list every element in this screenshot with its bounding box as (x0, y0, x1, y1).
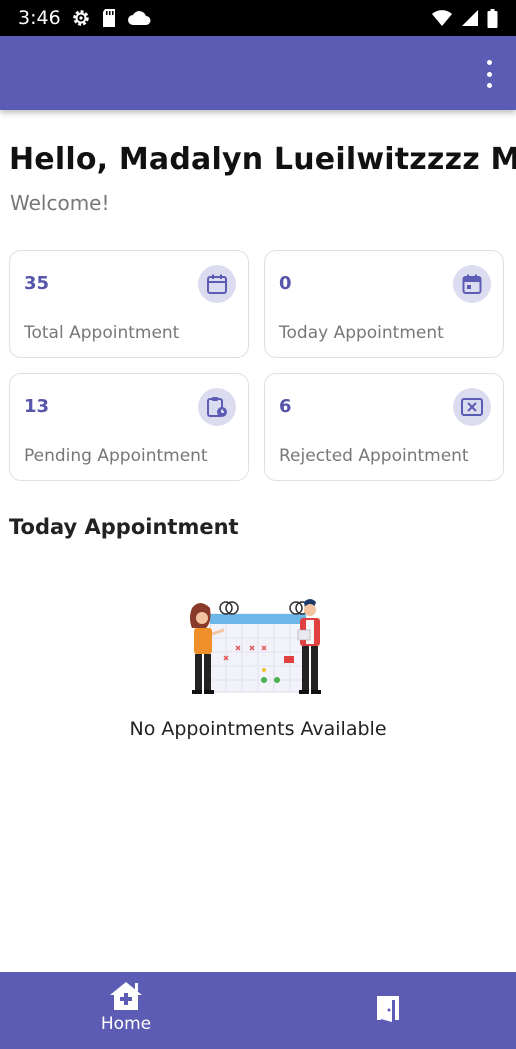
calendar-today-icon (453, 265, 491, 303)
stat-label: Rejected Appointment (279, 446, 469, 466)
nav-logout[interactable] (372, 992, 404, 1024)
stat-card-today[interactable]: 0 Today Appointment (264, 250, 504, 358)
stat-card-total[interactable]: 35 Total Appointment (9, 250, 249, 358)
today-appointment-title: Today Appointment (9, 515, 239, 539)
status-bar: 3:46 (0, 0, 516, 36)
logout-door-icon (377, 996, 399, 1022)
cloud-icon (127, 11, 151, 25)
pending-clipboard-icon (198, 388, 236, 426)
calendar-icon (198, 265, 236, 303)
nav-home-label: Home (100, 1014, 152, 1034)
nav-home[interactable]: Home (90, 980, 162, 1040)
stat-value: 35 (24, 273, 50, 294)
wifi-icon (432, 10, 452, 26)
welcome-text: Welcome! (10, 191, 110, 215)
signal-icon (462, 10, 478, 26)
stat-label: Total Appointment (24, 323, 180, 343)
sd-card-icon (102, 9, 115, 27)
status-time: 3:46 (18, 7, 61, 29)
settings-gear-icon (72, 10, 89, 26)
home-plus-icon (110, 982, 142, 1010)
app-screen: 3:46 Hello, Madalyn Lueilwitzzzz MD Welc… (0, 0, 516, 1049)
stat-value: 13 (24, 396, 50, 417)
bottom-navigation: Home (0, 972, 516, 1049)
greeting-title: Hello, Madalyn Lueilwitzzzz MD (9, 142, 516, 177)
battery-icon (487, 8, 498, 28)
stat-card-pending[interactable]: 13 Pending Appointment (9, 373, 249, 481)
stat-label: Pending Appointment (24, 446, 208, 466)
empty-state-text: No Appointments Available (129, 718, 387, 740)
stat-label: Today Appointment (279, 323, 444, 343)
stat-value: 0 (279, 273, 292, 294)
more-vert-icon[interactable] (484, 60, 494, 88)
app-bar (0, 36, 516, 110)
empty-calendar-illustration (190, 599, 321, 694)
rejected-x-icon (453, 388, 491, 426)
stat-value: 6 (279, 396, 292, 417)
stat-card-rejected[interactable]: 6 Rejected Appointment (264, 373, 504, 481)
